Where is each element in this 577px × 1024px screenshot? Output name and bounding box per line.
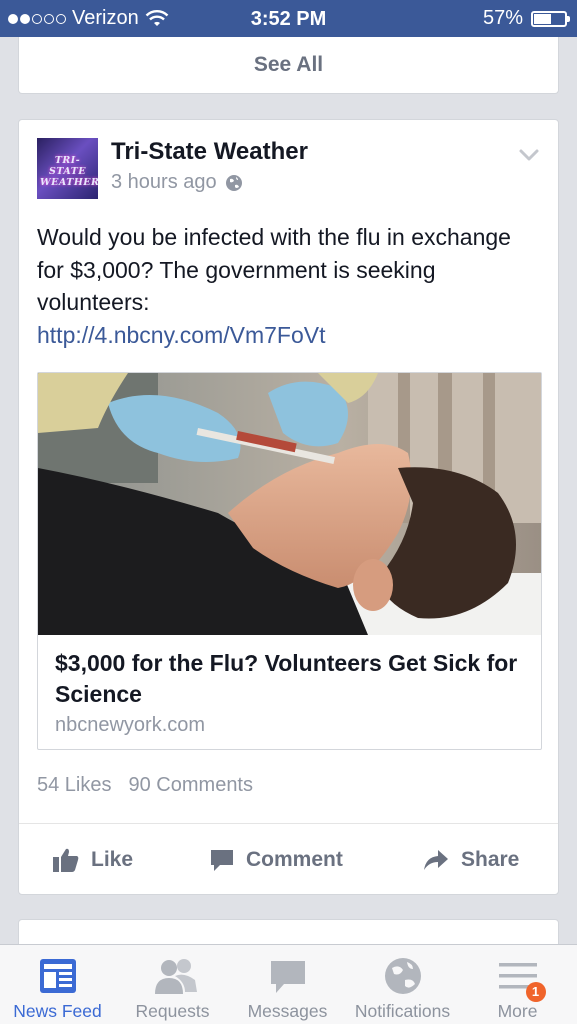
see-all-label: See All (253, 53, 324, 76)
tab-label-news-feed: News Feed (13, 1001, 102, 1021)
preview-photo[interactable] (38, 373, 542, 635)
bottom-tab-bar: News Feed Requests Messages Notification… (0, 944, 577, 1024)
more-badge: 1 (525, 982, 546, 1002)
menu-icon: 1 (498, 956, 546, 1002)
tab-requests[interactable]: Requests (115, 945, 230, 1024)
status-right: 57% (482, 0, 570, 37)
avatar-logo-text: TRI-STATE WEATHER (40, 155, 98, 188)
tab-messages[interactable]: Messages (230, 945, 345, 1024)
preview-title[interactable]: $3,000 for the Flu? Volunteers Get Sick … (55, 648, 525, 710)
comment-label: Comment (246, 848, 343, 871)
comments-count[interactable]: 90 Comments (129, 774, 254, 797)
post-message: Would you be infected with the flu in ex… (37, 224, 511, 315)
globe-icon (383, 956, 423, 996)
preview-domain: nbcnewyork.com (55, 714, 206, 736)
post-actions: Like Comment Share (19, 824, 558, 896)
tab-label-more: More (497, 1001, 538, 1021)
share-arrow-icon (424, 850, 448, 870)
page-name[interactable]: Tri-State Weather (111, 138, 308, 166)
likes-count[interactable]: 54 Likes (37, 774, 112, 797)
thumbs-up-icon (53, 848, 79, 872)
post-link[interactable]: http://4.nbcny.com/Vm7FoVt (37, 319, 537, 352)
tab-label-messages: Messages (247, 1001, 328, 1021)
post-timestamp[interactable]: 3 hours ago (111, 171, 217, 194)
comment-bubble-icon (211, 850, 233, 871)
news-feed-icon (38, 956, 78, 996)
post-body: Would you be infected with the flu in ex… (37, 221, 537, 351)
like-button[interactable]: Like (53, 824, 133, 896)
messages-icon (268, 956, 308, 996)
friend-requests-icon (153, 956, 197, 996)
see-all-button[interactable]: See All (18, 37, 559, 94)
tab-more[interactable]: 1 More (460, 945, 575, 1024)
engagement-counts: 54 Likes 90 Comments (37, 774, 253, 797)
like-label: Like (91, 848, 134, 871)
battery-icon (531, 10, 570, 27)
page-avatar[interactable]: TRI-STATE WEATHER (37, 138, 98, 199)
share-button[interactable]: Share (423, 824, 519, 896)
tab-notifications[interactable]: Notifications (345, 945, 460, 1024)
battery-level (534, 13, 552, 24)
post-card: TRI-STATE WEATHER Tri-State Weather 3 ho… (18, 119, 559, 895)
comment-button[interactable]: Comment (210, 824, 343, 896)
link-preview[interactable]: $3,000 for the Flu? Volunteers Get Sick … (37, 372, 542, 750)
status-bar: Verizon 3:52 PM 57% (0, 0, 577, 37)
share-label: Share (461, 848, 520, 871)
tab-label-requests: Requests (135, 1001, 210, 1021)
globe-privacy-icon (225, 174, 242, 191)
post-meta: 3 hours ago (111, 171, 243, 194)
post-options-chevron-icon[interactable] (518, 144, 540, 166)
battery-percent: 57% (482, 7, 523, 29)
tab-news-feed[interactable]: News Feed (0, 945, 115, 1024)
tab-label-notifications: Notifications (354, 1001, 451, 1021)
